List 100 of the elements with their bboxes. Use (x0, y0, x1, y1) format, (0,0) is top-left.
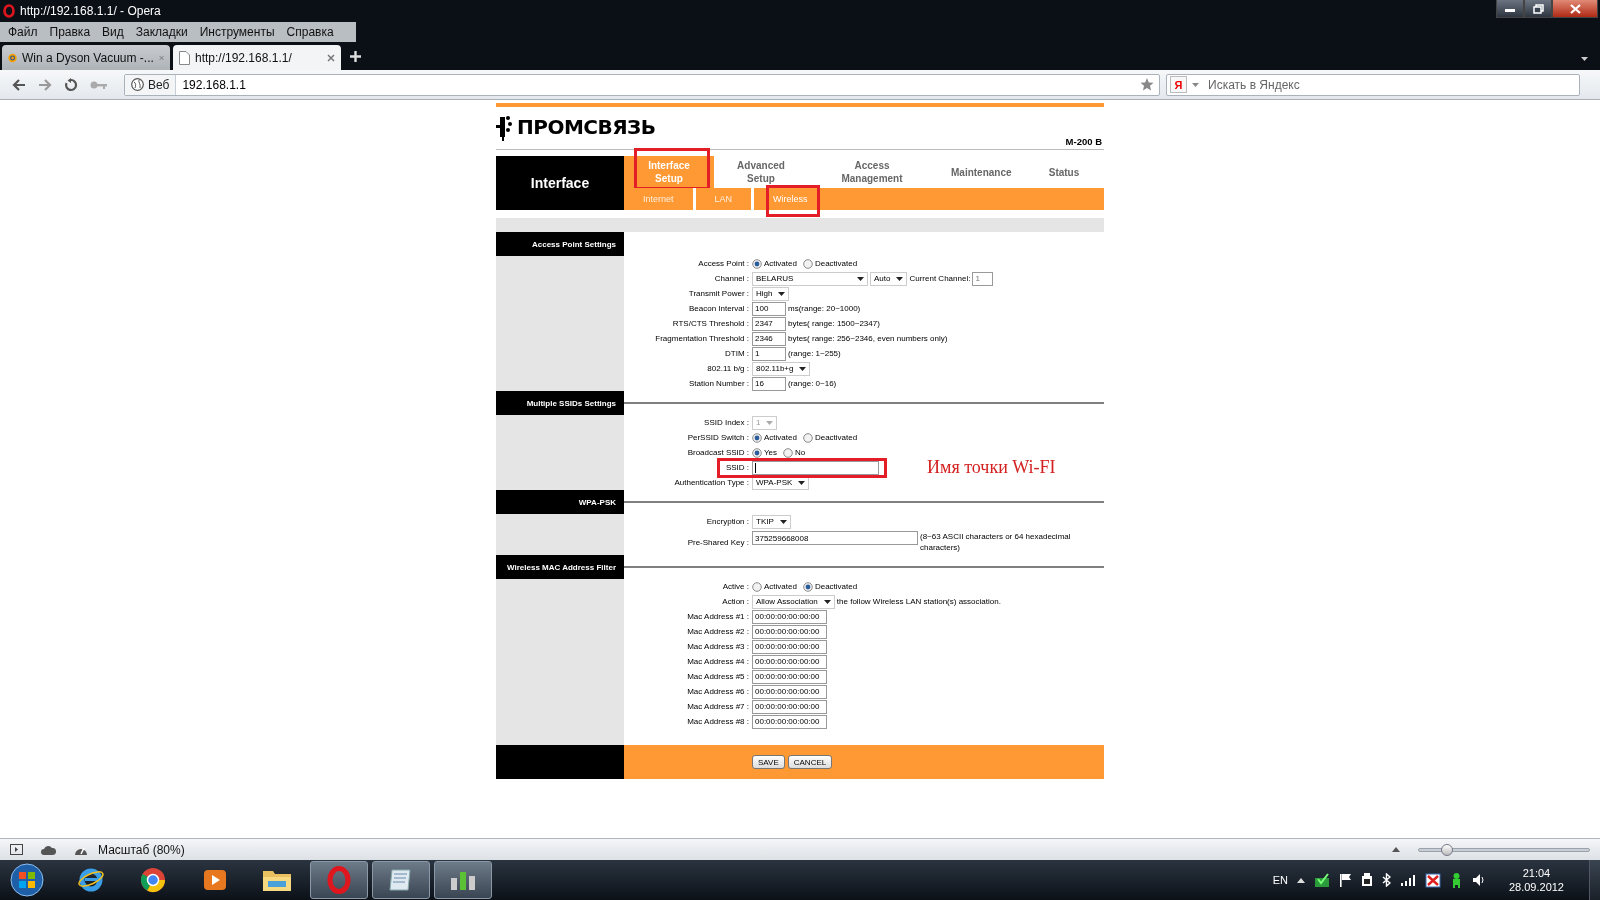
field-label: Encryption : (705, 517, 750, 526)
input-field[interactable]: 00:00:00:00:00:00 (752, 639, 827, 654)
field-label: PerSSID Switch : (686, 433, 750, 442)
nav-tab[interactable]: Advanced Setup (714, 156, 808, 188)
menu-item[interactable]: Справка (280, 25, 340, 39)
clock-time: 21:04 (1522, 867, 1551, 879)
close-button[interactable] (1552, 0, 1598, 18)
radio-button[interactable] (752, 432, 762, 443)
nav-tab[interactable]: Status (1024, 156, 1104, 188)
radio-button[interactable] (752, 258, 762, 269)
dropdown[interactable]: High (752, 286, 790, 301)
star-icon[interactable] (1140, 78, 1154, 91)
hint-text: (range: 1~255) (788, 349, 841, 358)
menu-item[interactable]: Файл (2, 25, 44, 39)
input-field[interactable]: 2346 (752, 331, 786, 346)
clock[interactable]: 21:04 28.09.2012 (1508, 867, 1564, 893)
section-header: Wireless MAC Address Filter (496, 555, 624, 579)
nav-tab[interactable]: Access Management (808, 156, 936, 188)
form-button[interactable]: SAVE (752, 755, 785, 769)
model-name: M-200 B (1065, 136, 1103, 147)
browser-tab[interactable]: Win a Dyson Vacuum -... (2, 45, 170, 70)
input-field[interactable]: 00:00:00:00:00:00 (752, 609, 827, 624)
menu-item[interactable]: Закладки (129, 25, 194, 39)
input-field[interactable]: 00:00:00:00:00:00 (752, 714, 827, 729)
input-field[interactable]: 00:00:00:00:00:00 (752, 654, 827, 669)
slider-thumb[interactable] (1441, 843, 1454, 856)
folder-icon (262, 868, 292, 892)
search-engine-badge[interactable]: Я (1170, 76, 1187, 93)
radio-button[interactable] (802, 258, 813, 269)
section-header: Multiple SSIDs Settings (496, 391, 624, 415)
input-field[interactable]: 00:00:00:00:00:00 (752, 684, 827, 699)
language-indicator[interactable]: EN (1272, 874, 1288, 886)
dropdown[interactable]: 802.11b+g (752, 361, 811, 376)
address-field[interactable]: Веб 192.168.1.1 (124, 73, 1160, 96)
dropdown[interactable]: BELARUS (752, 271, 868, 286)
input-field[interactable]: 00:00:00:00:00:00 (752, 699, 827, 714)
input-field[interactable]: 1 (972, 271, 994, 286)
nav-tab[interactable]: Maintenance (936, 156, 1027, 188)
network-error-icon[interactable] (1424, 872, 1441, 888)
field-label: Fragmentation Threshold : (654, 334, 750, 343)
dropdown[interactable]: Allow Association (752, 594, 835, 609)
radio-label: Deactivated (814, 582, 858, 591)
dropdown[interactable]: Auto (870, 271, 908, 286)
taskbar-button[interactable] (434, 861, 492, 899)
clock-date: 28.09.2012 (1508, 881, 1564, 893)
flag-icon[interactable] (1338, 873, 1352, 887)
caret-icon (766, 420, 774, 425)
field-label: Mac Address #6 : (686, 687, 750, 696)
menu-item[interactable]: Вид (96, 25, 130, 39)
caret-icon (779, 519, 787, 524)
bluetooth-icon[interactable] (1381, 873, 1391, 887)
dropdown[interactable]: TKIP (752, 514, 791, 529)
input-field[interactable]: 375259668008 (752, 531, 918, 545)
menu-item[interactable]: Инструменты (193, 25, 281, 39)
caret-up-icon[interactable] (1392, 847, 1400, 852)
radio-button[interactable] (752, 447, 762, 458)
radio-label: Yes (764, 448, 778, 457)
input-field[interactable]: 00:00:00:00:00:00 (752, 669, 827, 684)
input-field[interactable]: 100 (752, 301, 786, 316)
web-mode-badge[interactable]: Веб (125, 74, 177, 95)
reload-icon (64, 77, 78, 92)
check-icon[interactable] (1313, 873, 1330, 887)
signal-icon[interactable] (1399, 874, 1416, 886)
ring-icon (3, 4, 15, 18)
radio-button[interactable] (802, 432, 813, 443)
minimize-button[interactable] (1496, 0, 1524, 18)
radio-label: No (795, 448, 806, 457)
caret-icon (1192, 82, 1199, 87)
field-label: Access Point : (697, 259, 750, 268)
browser-tab[interactable]: http://192.168.1.1/ (173, 45, 341, 70)
radio-button[interactable] (783, 447, 794, 458)
search-field[interactable]: Я Искать в Яндекс (1166, 73, 1580, 96)
speaker-icon[interactable] (1471, 873, 1486, 887)
field-label: Beacon Interval : (687, 304, 750, 313)
radio-button[interactable] (802, 581, 813, 592)
restore-button[interactable] (1524, 0, 1552, 18)
taskbar-button[interactable] (372, 861, 430, 899)
new-tab-button[interactable] (350, 50, 361, 62)
hint-text: ms(range: 20~1000) (788, 304, 861, 313)
radio-button[interactable] (752, 581, 762, 592)
input-field[interactable]: 16 (752, 376, 786, 391)
caret-up-icon[interactable] (1296, 877, 1305, 883)
hint-text: bytes( range: 1500~2347) (788, 319, 880, 328)
form-button[interactable]: CANCEL (787, 755, 833, 769)
field-label: Transmit Power : (687, 289, 750, 298)
close-icon (1569, 3, 1581, 14)
start-orb-icon (10, 863, 44, 897)
close-icon[interactable] (327, 53, 335, 62)
zoom-label: Масштаб (80%) (98, 842, 185, 857)
menu-item[interactable]: Правка (43, 25, 97, 39)
input-field[interactable]: 00:00:00:00:00:00 (752, 624, 827, 639)
field-label: Broadcast SSID : (686, 448, 750, 457)
input-field[interactable]: 2347 (752, 316, 786, 331)
cloud-icon[interactable] (41, 844, 56, 855)
hint-text: (8~63 ASCII characters or 64 hexadecimal characters) (920, 531, 1072, 553)
input-field[interactable]: 1 (752, 346, 786, 361)
page-icon (179, 50, 190, 65)
device-icon[interactable] (1360, 873, 1373, 887)
caret-icon (896, 276, 904, 281)
panel-icon[interactable] (10, 844, 23, 855)
